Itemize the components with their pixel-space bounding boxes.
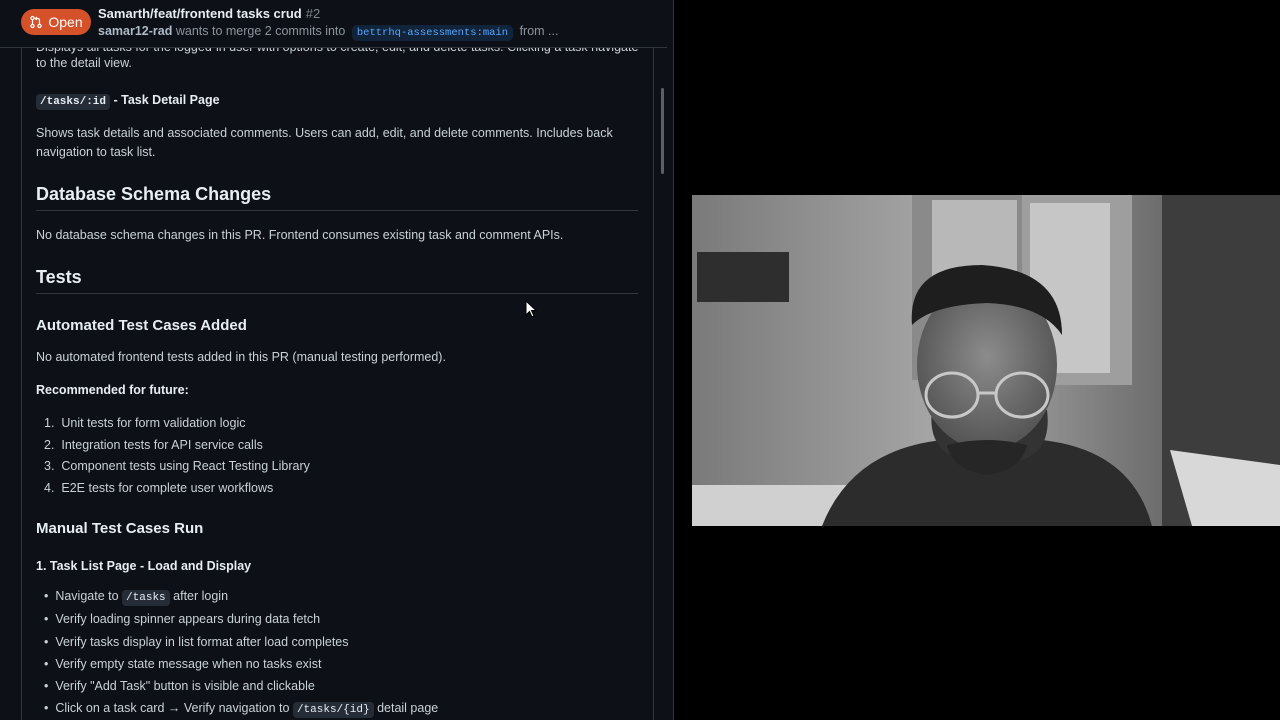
list-item: • Navigate to /tasks after login (44, 589, 229, 606)
pr-number: #2 (305, 6, 321, 21)
route-description-line-1: Shows task details and associated commen… (36, 126, 613, 140)
list-item-text: Click on a task card → Verify navigation… (55, 701, 290, 715)
webcam-person-image (692, 195, 1280, 526)
divider (36, 293, 638, 294)
list-item-text: after login (173, 589, 229, 603)
panel-divider (673, 0, 674, 720)
pr-state-badge: Open (21, 9, 91, 35)
route-code: /tasks/:id (36, 94, 111, 110)
list-item: 2. Integration tests for API service cal… (44, 438, 263, 452)
pr-title-text: Samarth/feat/frontend tasks crud (98, 6, 302, 21)
pull-request-panel: Open Samarth/feat/frontend tasks crud #2 … (0, 0, 673, 720)
tests-heading: Tests (36, 267, 82, 287)
pr-title[interactable]: Samarth/feat/frontend tasks crud #2 (98, 6, 320, 21)
list-item: 3. Component tests using React Testing L… (44, 459, 310, 473)
git-pull-request-icon (30, 15, 43, 29)
pr-merge-info: samar12-rad wants to merge 2 commits int… (98, 24, 559, 41)
list-item: • Verify empty state message when no tas… (44, 657, 322, 671)
from-text: from ... (519, 24, 559, 38)
pr-author-link[interactable]: samar12-rad (98, 24, 172, 38)
manual-tests-heading: Manual Test Cases Run (36, 520, 204, 537)
list-item-text: Verify empty state message when no tasks… (55, 657, 322, 671)
route-heading: /tasks/:id - Task Detail Page (36, 93, 220, 110)
automated-tests-heading: Automated Test Cases Added (36, 317, 247, 334)
list-item: • Verify loading spinner appears during … (44, 612, 321, 626)
list-item-text: Integration tests for API service calls (61, 438, 263, 452)
base-branch-label[interactable]: bettrhq-assessments:main (351, 25, 514, 41)
mouse-pointer-icon (525, 300, 537, 318)
route-description-line-2: navigation to task list. (36, 145, 156, 159)
list-item-text: Navigate to (55, 589, 119, 603)
pr-state-label: Open (48, 14, 83, 30)
recommended-label: Recommended for future: (36, 383, 189, 397)
list-item: 1. Unit tests for form validation logic (44, 416, 246, 430)
list-item-text: Verify "Add Task" button is visible and … (55, 679, 315, 693)
webcam-feed (692, 195, 1280, 526)
pr-sticky-header: Open Samarth/feat/frontend tasks crud #2 … (0, 0, 667, 48)
merge-text: wants to merge 2 commits into (175, 24, 346, 38)
scrollbar-thumb[interactable] (661, 88, 664, 174)
test-case-heading: 1. Task List Page - Load and Display (36, 559, 252, 573)
automated-tests-text: No automated frontend tests added in thi… (36, 350, 446, 364)
list-item: 4. E2E tests for complete user workflows (44, 481, 274, 495)
route-code: /tasks (122, 590, 170, 606)
list-item-text: Verify loading spinner appears during da… (55, 612, 321, 626)
list-item-text: Verify tasks display in list format afte… (55, 635, 349, 649)
route-code: /tasks/{id} (292, 702, 374, 718)
route-description: Shows task details and associated commen… (36, 124, 613, 162)
list-item-text: Component tests using React Testing Libr… (61, 459, 310, 473)
list-item-text: Unit tests for form validation logic (61, 416, 246, 430)
divider (36, 210, 638, 211)
list-item: • Verify tasks display in list format af… (44, 635, 349, 649)
list-item-text: detail page (377, 701, 439, 715)
list-item-text: E2E tests for complete user workflows (61, 481, 274, 495)
description-text: to the detail view. (36, 56, 132, 70)
db-schema-heading: Database Schema Changes (36, 184, 272, 204)
db-schema-text: No database schema changes in this PR. F… (36, 228, 564, 242)
list-item: • Click on a task card → Verify navigati… (44, 701, 439, 718)
route-label: - Task Detail Page (110, 93, 220, 107)
list-item: • Verify "Add Task" button is visible an… (44, 679, 315, 693)
